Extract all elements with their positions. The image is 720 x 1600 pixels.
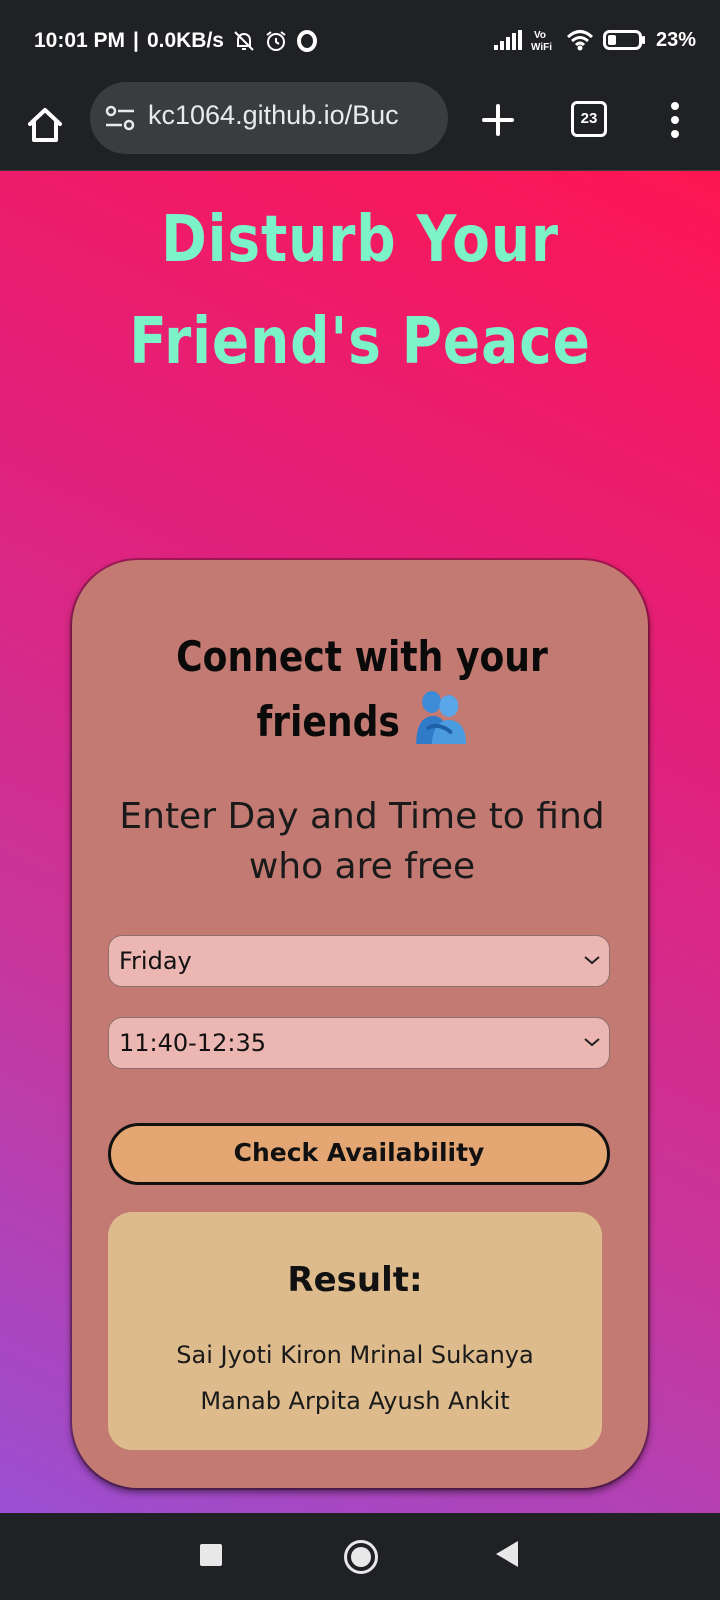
day-select[interactable]: Friday [108, 935, 610, 987]
battery-icon [602, 30, 645, 50]
day-select-value: Friday [119, 947, 192, 975]
status-left: 10:01 PM | 0.0KB/s [34, 29, 318, 53]
site-settings-icon[interactable] [104, 104, 136, 132]
web-page: Disturb Your Friend's Peace Connect with… [0, 171, 720, 1513]
signal-icon [493, 30, 522, 50]
status-right: Vo WiFi 23% [493, 28, 696, 52]
card-heading-text: Connect with your friends [176, 632, 548, 746]
people-hugging-icon [415, 691, 466, 744]
status-separator: | [133, 29, 139, 52]
result-names: Sai Jyoti Kiron Mrinal Sukanya Manab Arp… [176, 1341, 534, 1415]
alarm-clock-icon [266, 31, 286, 51]
time-select-value: 11:40-12:35 [119, 1029, 266, 1057]
tab-count: 23 [580, 110, 598, 127]
result-heading: Result: [287, 1260, 423, 1300]
battery-percent: 23% [655, 28, 696, 51]
address-bar[interactable]: kc1064.github.io/Buc [90, 82, 448, 154]
home-icon[interactable] [22, 102, 68, 148]
chevron-down-icon [584, 1038, 600, 1047]
result-box: Result: Sai Jyoti Kiron Mrinal Sukanya M… [108, 1212, 602, 1450]
browser-toolbar: kc1064.github.io/Buc 23 [0, 82, 720, 171]
check-availability-button[interactable]: Check Availability [108, 1123, 610, 1185]
opera-icon [296, 30, 317, 52]
home-circle-icon[interactable] [344, 1540, 378, 1574]
plus-icon[interactable] [474, 96, 522, 144]
back-icon[interactable] [496, 1541, 518, 1567]
svg-text:Vo: Vo [534, 30, 546, 41]
system-nav-bar [0, 1513, 720, 1600]
overflow-menu-icon[interactable] [660, 98, 690, 142]
status-time: 10:01 PM [34, 29, 126, 52]
wifi-icon [566, 30, 593, 51]
status-bar: 10:01 PM | 0.0KB/s Vo WiFi 23% [0, 0, 720, 82]
connect-card: Connect with your friends Enter Day and … [72, 560, 648, 1488]
muted-bell-icon [234, 31, 254, 51]
status-network-speed: 0.0KB/s [146, 29, 224, 52]
chevron-down-icon [584, 956, 600, 965]
page-title: Disturb Your Friend's Peace [129, 203, 591, 379]
time-select[interactable]: 11:40-12:35 [108, 1017, 610, 1069]
tabs-icon[interactable]: 23 [571, 101, 607, 137]
svg-text:WiFi: WiFi [531, 42, 552, 52]
vowifi-icon: Vo WiFi [531, 30, 552, 52]
card-subtitle: Enter Day and Time to find who are free [119, 796, 605, 887]
recent-apps-icon[interactable] [200, 1544, 222, 1566]
card-heading: Connect with your friends [147, 626, 577, 753]
url-text[interactable]: kc1064.github.io/Buc [148, 100, 438, 136]
